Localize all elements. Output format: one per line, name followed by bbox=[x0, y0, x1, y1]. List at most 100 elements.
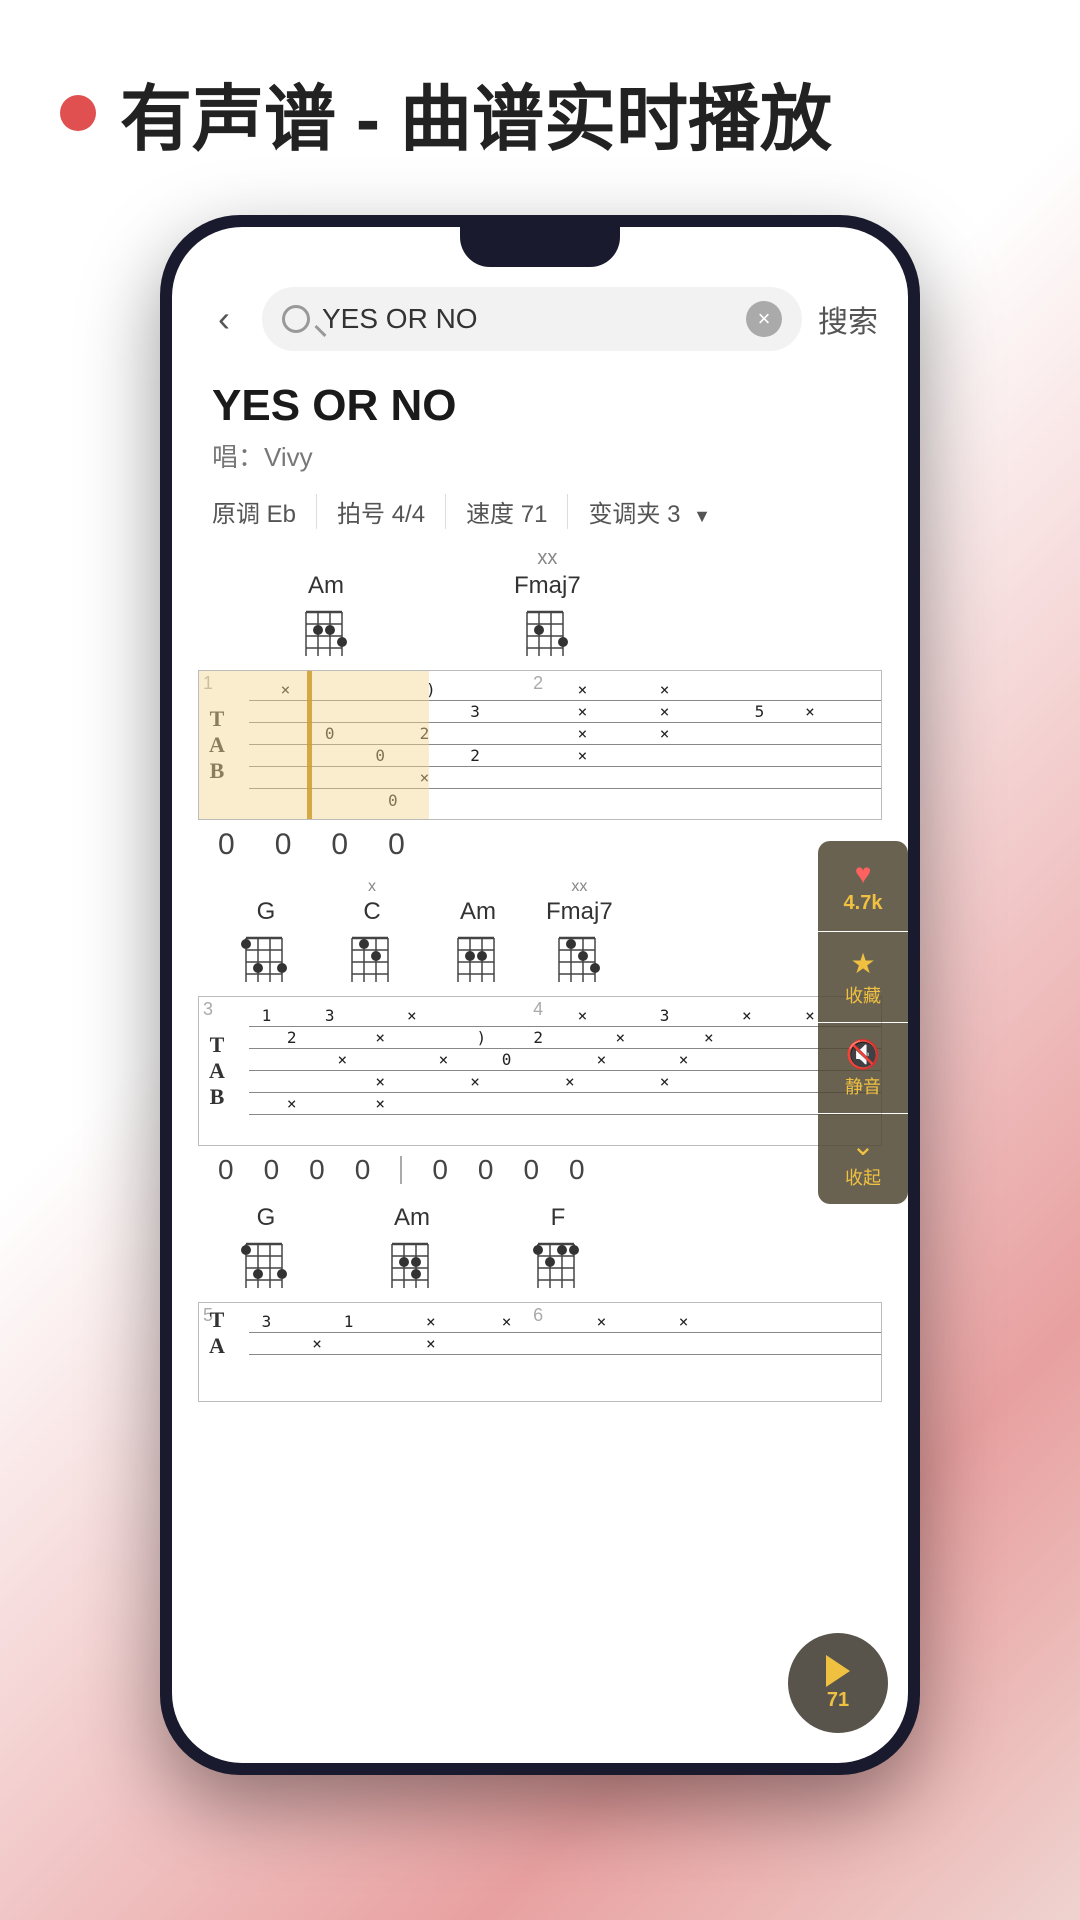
chord-am2-name: Am bbox=[460, 898, 496, 926]
full-score: Am bbox=[172, 539, 908, 1402]
song-info: YES OR NO 唱：Vivy bbox=[172, 371, 908, 484]
chord-am3: Am bbox=[384, 1204, 440, 1296]
chord-f-diagram bbox=[530, 1236, 586, 1296]
collect-button[interactable]: ★ 收藏 bbox=[818, 932, 908, 1022]
collect-label: 收藏 bbox=[845, 982, 881, 1008]
chord-am3-diagram bbox=[384, 1236, 440, 1296]
chord-am: Am bbox=[298, 572, 354, 664]
s2-n3: 0 bbox=[309, 1154, 325, 1186]
tab-string-6: 0 bbox=[249, 789, 881, 811]
search-icon bbox=[282, 305, 310, 333]
chord-fmaj7-2: xx Fmaj7 bbox=[546, 880, 613, 990]
chord-g2: G bbox=[238, 1204, 294, 1296]
tab3-string-1: 3 1 × × × × bbox=[249, 1311, 881, 1333]
tab3-string-2: × × bbox=[249, 1333, 881, 1355]
mute-label: 静音 bbox=[845, 1073, 881, 1099]
song-artist: 唱：Vivy bbox=[212, 437, 868, 474]
section1-chords: Am bbox=[188, 539, 892, 664]
score-visual[interactable]: Am bbox=[172, 539, 908, 1763]
tab-string-1: × ) × × bbox=[249, 679, 881, 701]
tab2-string-4: × × × × bbox=[249, 1071, 881, 1093]
tab-content-1: × ) × × 3 × × 5 bbox=[249, 679, 881, 811]
s2-n1: 0 bbox=[218, 1154, 234, 1186]
tab2-string-1: 1 3 × × 3 × × bbox=[249, 1005, 881, 1027]
top-header: 有声谱 - 曲谱实时播放 bbox=[0, 0, 1080, 195]
tab-staff-3: T A 3 1 × × × bbox=[199, 1303, 881, 1363]
num-0-1: 0 bbox=[218, 828, 235, 862]
action-panel: ♥ 4.7k ★ 收藏 🔇 静音 ⌄ bbox=[818, 841, 908, 1204]
s2-n7: 0 bbox=[523, 1154, 539, 1186]
section2-chords: G bbox=[188, 870, 892, 990]
like-button[interactable]: ♥ 4.7k bbox=[818, 841, 908, 931]
star-icon: ★ bbox=[850, 947, 875, 980]
recording-dot bbox=[60, 95, 96, 131]
chord-g: G bbox=[238, 898, 294, 990]
tab-content-3: 3 1 × × × × × × bbox=[249, 1311, 881, 1355]
chord-g2-name: G bbox=[257, 1204, 276, 1232]
phone-outer: ‹ YES OR NO × 搜索 YES OR NO 唱：Vivy 原调 Eb bbox=[160, 215, 920, 1775]
chord-fmaj7-diagram bbox=[519, 604, 575, 664]
chord-g-diagram bbox=[238, 930, 294, 990]
speaker-icon: 🔇 bbox=[846, 1038, 881, 1071]
tab-string-4: 0 2 × bbox=[249, 745, 881, 767]
phone-inner: ‹ YES OR NO × 搜索 YES OR NO 唱：Vivy 原调 Eb bbox=[172, 227, 908, 1763]
chord-am3-name: Am bbox=[394, 1204, 430, 1232]
song-capo[interactable]: 变调夹 3 ▼ bbox=[568, 494, 731, 529]
chord-fmaj7-2-name: Fmaj7 bbox=[546, 898, 613, 926]
chord-fmaj7: xx Fmaj7 bbox=[514, 549, 581, 664]
back-button[interactable]: ‹ bbox=[202, 290, 246, 348]
chord-am-name: Am bbox=[308, 572, 344, 600]
chevron-down-icon: ⌄ bbox=[851, 1129, 874, 1162]
chord-fmaj7-name: Fmaj7 bbox=[514, 572, 581, 600]
chord-f: F bbox=[530, 1204, 586, 1296]
collapse-button[interactable]: ⌄ 收起 bbox=[818, 1114, 908, 1204]
s2-n2: 0 bbox=[264, 1154, 280, 1186]
tab-content-2: 1 3 × × 3 × × 2 bbox=[249, 1005, 881, 1137]
chord-am-diagram bbox=[298, 604, 354, 664]
page-title: 有声谱 - 曲谱实时播放 bbox=[120, 60, 832, 165]
song-title: YES OR NO bbox=[212, 381, 868, 431]
tab-label-1: T A B bbox=[209, 706, 225, 784]
chord-c-diagram bbox=[344, 930, 400, 990]
tab-label-2: T A B bbox=[209, 1032, 225, 1110]
tab2-string-6 bbox=[249, 1115, 881, 1137]
clear-button[interactable]: × bbox=[746, 301, 782, 337]
tab2-string-3: × × 0 × × bbox=[249, 1049, 881, 1071]
fmaj7-x: xx bbox=[537, 547, 557, 570]
tab-staff-2: T A B 1 3 × × bbox=[199, 997, 881, 1145]
capo-arrow: ▼ bbox=[693, 506, 711, 526]
capo-label: 变调夹 3 bbox=[588, 501, 680, 528]
section2-tab: 3 4 T A B 1 bbox=[198, 996, 882, 1146]
section3-tab: 5 6 T A 3 1 bbox=[198, 1302, 882, 1402]
chord-g2-diagram bbox=[238, 1236, 294, 1296]
mute-button[interactable]: 🔇 静音 bbox=[818, 1023, 908, 1113]
chord-fmaj7-2-diagram bbox=[551, 930, 607, 990]
section3-chords: G bbox=[188, 1194, 892, 1296]
phone-mockup: ‹ YES OR NO × 搜索 YES OR NO 唱：Vivy 原调 Eb bbox=[0, 215, 1080, 1775]
s2-n6: 0 bbox=[478, 1154, 494, 1186]
chord-c-name: C bbox=[363, 898, 380, 926]
chord-c: x C bbox=[344, 880, 400, 990]
chord-am2-diagram bbox=[450, 930, 506, 990]
search-bar[interactable]: YES OR NO × bbox=[262, 287, 802, 351]
song-meta: 原调 Eb 拍号 4/4 速度 71 变调夹 3 ▼ bbox=[172, 484, 908, 539]
phone-content: ‹ YES OR NO × 搜索 YES OR NO 唱：Vivy 原调 Eb bbox=[172, 227, 908, 1763]
song-tempo: 速度 71 bbox=[446, 494, 568, 529]
phone-notch bbox=[460, 227, 620, 267]
search-query: YES OR NO bbox=[322, 303, 734, 335]
play-button[interactable]: 71 bbox=[788, 1633, 888, 1733]
collapse-label: 收起 bbox=[845, 1164, 881, 1190]
chord-am2: Am bbox=[450, 898, 506, 990]
song-key: 原调 Eb bbox=[212, 494, 317, 529]
tab-staff-1: T A B × ) × bbox=[199, 671, 881, 819]
tab-string-2: 3 × × 5 × bbox=[249, 701, 881, 723]
bar-line-2 bbox=[400, 1156, 402, 1184]
num-0-3: 0 bbox=[331, 828, 348, 862]
s2-n5: 0 bbox=[432, 1154, 448, 1186]
heart-icon: ♥ bbox=[855, 858, 872, 890]
tab2-string-5: × × bbox=[249, 1093, 881, 1115]
chord-g-name: G bbox=[257, 898, 276, 926]
tab-label-3: T A bbox=[209, 1307, 225, 1359]
tab-string-3: 0 2 × × bbox=[249, 723, 881, 745]
search-confirm-button[interactable]: 搜索 bbox=[818, 297, 878, 341]
